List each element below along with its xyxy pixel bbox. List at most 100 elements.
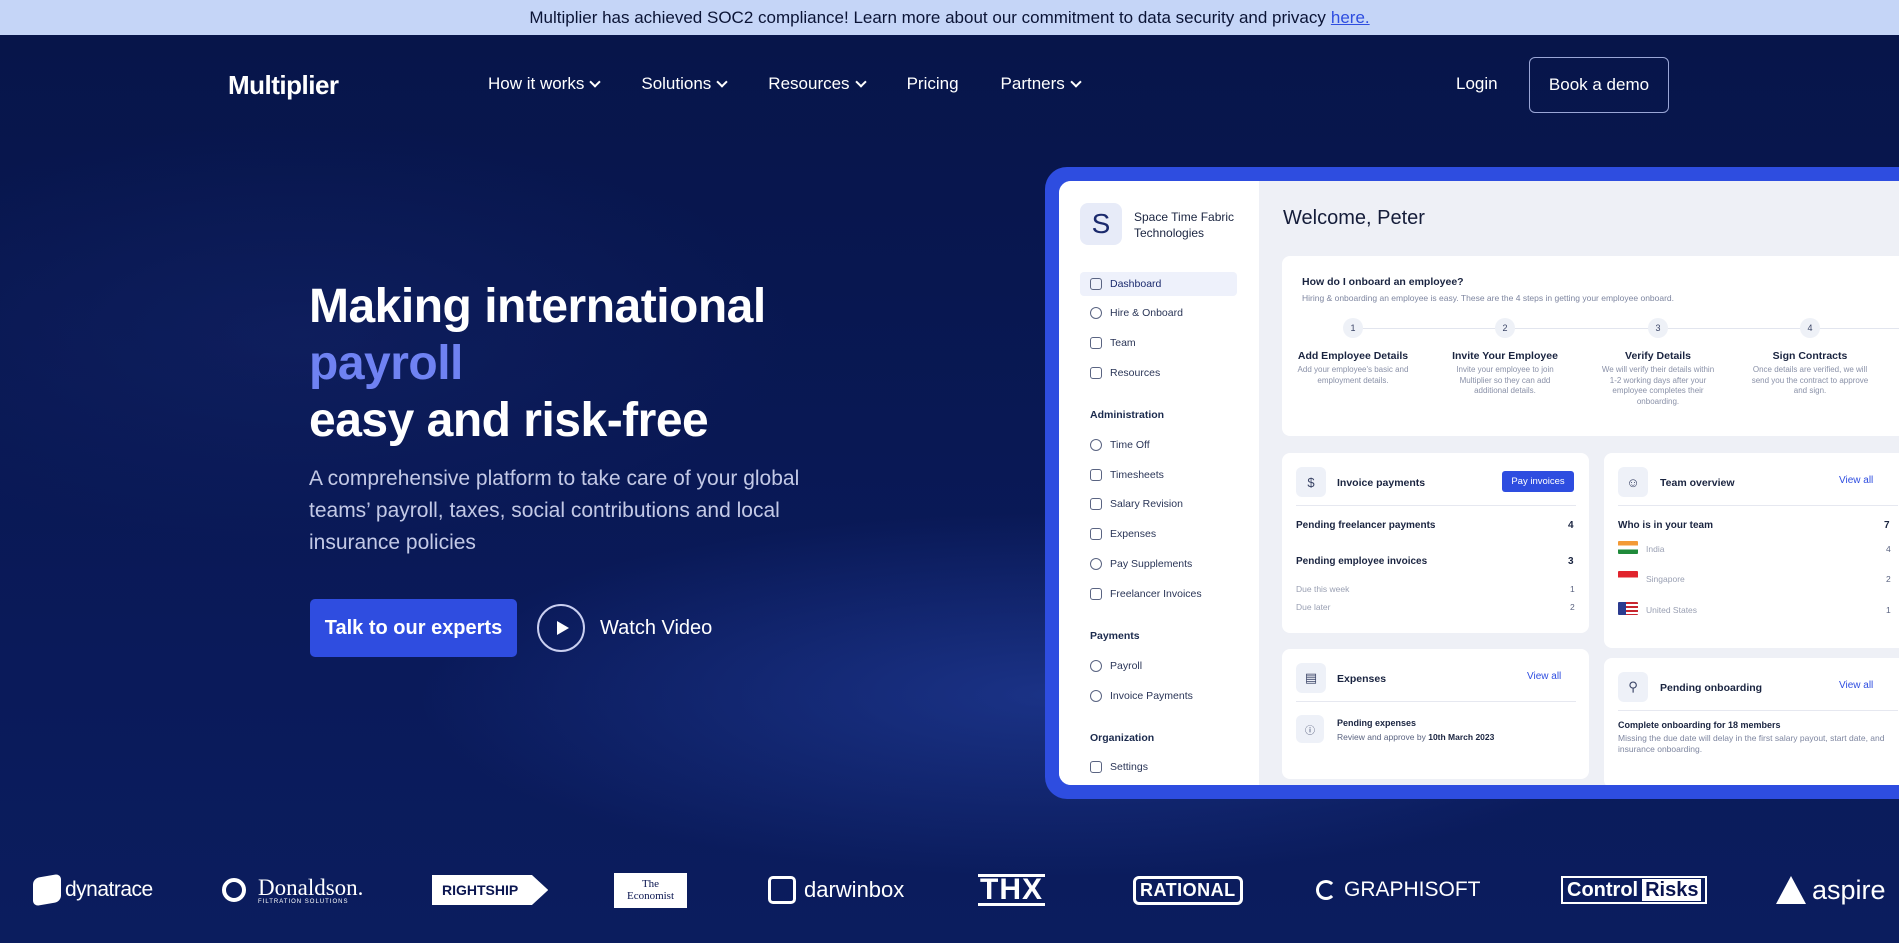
sidebar-item-freelancer-invoices[interactable]: Freelancer Invoices [1080, 582, 1237, 606]
country-name: India [1646, 544, 1665, 554]
watch-video-button[interactable]: Watch Video [537, 604, 712, 652]
hero-title-line-1: Making international [309, 280, 766, 333]
hero-subtitle: A comprehensive platform to take care of… [309, 467, 800, 554]
sidebar-item-timesheets[interactable]: Timesheets [1080, 463, 1237, 487]
banner-text: Multiplier has achieved SOC2 compliance!… [529, 7, 1326, 27]
sidebar-item-settings[interactable]: Settings [1080, 755, 1237, 779]
onboarding-view-all-link[interactable]: View all [1839, 680, 1873, 691]
multiplier-logo[interactable]: Multiplier [228, 70, 339, 101]
sidebar-item-time-off[interactable]: Time Off [1080, 433, 1237, 457]
nav-how-it-works[interactable]: How it works [488, 74, 602, 94]
customer-logos: dynatrace Donaldson. FILTRATION SOLUTION… [0, 870, 1899, 910]
team-card-title: Team overview [1660, 477, 1735, 489]
hero-title-accent: payroll [309, 337, 463, 390]
economist-line-1: The [641, 878, 660, 890]
dynatrace-mark-icon [33, 873, 61, 907]
team-view-all-link[interactable]: View all [1839, 475, 1873, 486]
talk-to-experts-button[interactable]: Talk to our experts [310, 599, 517, 657]
sidebar-label: Freelancer Invoices [1110, 588, 1202, 600]
rightship-logo: RIGHTSHIP [432, 870, 549, 910]
country-name: Singapore [1646, 574, 1685, 584]
sidebar-section-administration: Administration [1090, 409, 1165, 421]
sidebar-item-hire[interactable]: Hire & Onboard [1080, 301, 1237, 325]
team-icon [1090, 337, 1102, 349]
darwinbox-logo: darwinbox [768, 870, 904, 910]
sidebar-label: Salary Revision [1110, 498, 1183, 510]
sidebar-item-payroll[interactable]: Payroll [1080, 654, 1237, 678]
step-title: Verify Details [1625, 350, 1691, 362]
sidebar-item-salary-revision[interactable]: Salary Revision [1080, 492, 1237, 516]
play-icon[interactable] [537, 604, 585, 652]
divider [1296, 701, 1576, 702]
donaldson-tagline: FILTRATION SOLUTIONS [258, 898, 349, 905]
book-demo-button[interactable]: Book a demo [1529, 57, 1669, 113]
sidebar-item-resources[interactable]: Resources [1080, 361, 1237, 385]
sidebar-item-invoice-payments[interactable]: Invoice Payments [1080, 684, 1237, 708]
nav-label: How it works [488, 74, 585, 93]
nav-label: Solutions [641, 74, 712, 93]
economist-box: The Economist [614, 872, 687, 908]
nav-label: Pricing [906, 74, 959, 93]
sidebar-label: Invoice Payments [1110, 690, 1193, 702]
banner-link[interactable]: here. [1331, 8, 1370, 28]
step-number: 1 [1343, 318, 1363, 338]
aspire-wordmark: aspire [1812, 874, 1886, 905]
invoice-icon [1090, 588, 1102, 600]
chevron-down-icon [1070, 76, 1082, 88]
sidebar-label: Team [1110, 337, 1136, 349]
dashboard-sidebar: S Space Time Fabric Technologies Dashboa… [1059, 181, 1259, 785]
darwinbox-mark-icon [768, 876, 796, 904]
darwinbox-wordmark: darwinbox [804, 877, 905, 902]
sidebar-label: Expenses [1110, 528, 1157, 540]
main-nav: How it works Solutions Resources Pricing… [488, 74, 1122, 94]
expenses-view-all-link[interactable]: View all [1527, 671, 1561, 682]
sidebar-label: Settings [1110, 761, 1148, 773]
divider [1618, 505, 1898, 506]
donaldson-text: Donaldson. FILTRATION SOLUTIONS [258, 876, 363, 905]
receipt-icon [1090, 528, 1102, 540]
globe-icon [1090, 307, 1102, 319]
onboard-guide-desc: Hiring & onboarding an employee is easy.… [1302, 293, 1675, 303]
sidebar-item-dashboard[interactable]: Dashboard [1080, 272, 1237, 296]
settings-icon [1090, 761, 1102, 773]
step-desc: Once details are verified, we will send … [1751, 365, 1869, 395]
nav-partners[interactable]: Partners [1001, 74, 1082, 94]
invoice-card-title: Invoice payments [1337, 477, 1426, 489]
team-overview-card: ☺ Team overview View all Who is in your … [1604, 453, 1899, 648]
dynatrace-wordmark: dynatrace [65, 878, 153, 901]
pay-invoices-button[interactable]: Pay invoices [1502, 471, 1574, 492]
step-desc: We will verify their details within 1-2 … [1601, 365, 1715, 406]
country-count: 1 [1886, 605, 1891, 615]
sidebar-item-pay-supplements[interactable]: Pay Supplements [1080, 552, 1237, 576]
pending-freelancer-label: Pending freelancer payments [1296, 520, 1436, 531]
nav-solutions[interactable]: Solutions [641, 74, 728, 94]
nav-resources[interactable]: Resources [768, 74, 867, 94]
welcome-heading: Welcome, Peter [1283, 207, 1425, 229]
due-later-label: Due later [1296, 602, 1331, 612]
receipt-icon: ▤ [1296, 663, 1326, 693]
invoice-icon: $ [1296, 467, 1326, 497]
due-later-count: 2 [1570, 602, 1575, 612]
nav-pricing[interactable]: Pricing [907, 74, 959, 94]
step-number: 3 [1648, 318, 1668, 338]
sidebar-label: Resources [1110, 367, 1161, 379]
us-flag-icon [1618, 602, 1638, 615]
dashboard-preview: S Space Time Fabric Technologies Dashboa… [1059, 181, 1899, 785]
expenses-card: ▤ Expenses View all ⓘ Pending expenses R… [1282, 649, 1589, 779]
org-name: Space Time Fabric Technologies [1134, 210, 1235, 240]
donaldson-logo: Donaldson. FILTRATION SOLUTIONS [222, 870, 363, 910]
sidebar-item-expenses[interactable]: Expenses [1080, 522, 1237, 546]
pending-expenses-desc: Review and approve by 10th March 2023 [1337, 732, 1494, 742]
risks-wordmark: Risks [1642, 879, 1702, 901]
sidebar-item-team[interactable]: Team [1080, 331, 1237, 355]
step-number: 2 [1495, 318, 1515, 338]
clock-icon [1090, 439, 1102, 451]
announcement-banner: Multiplier has achieved SOC2 compliance!… [0, 0, 1899, 35]
control-risks-logo: Control Risks [1561, 870, 1708, 910]
sidebar-section-payments: Payments [1090, 630, 1140, 642]
team-icon: ☺ [1618, 467, 1648, 497]
graphisoft-mark-icon [1316, 880, 1336, 900]
hero-title: Making international payroll easy and ri… [309, 278, 766, 449]
sidebar-label: Pay Supplements [1110, 558, 1193, 570]
login-link[interactable]: Login [1456, 74, 1498, 94]
